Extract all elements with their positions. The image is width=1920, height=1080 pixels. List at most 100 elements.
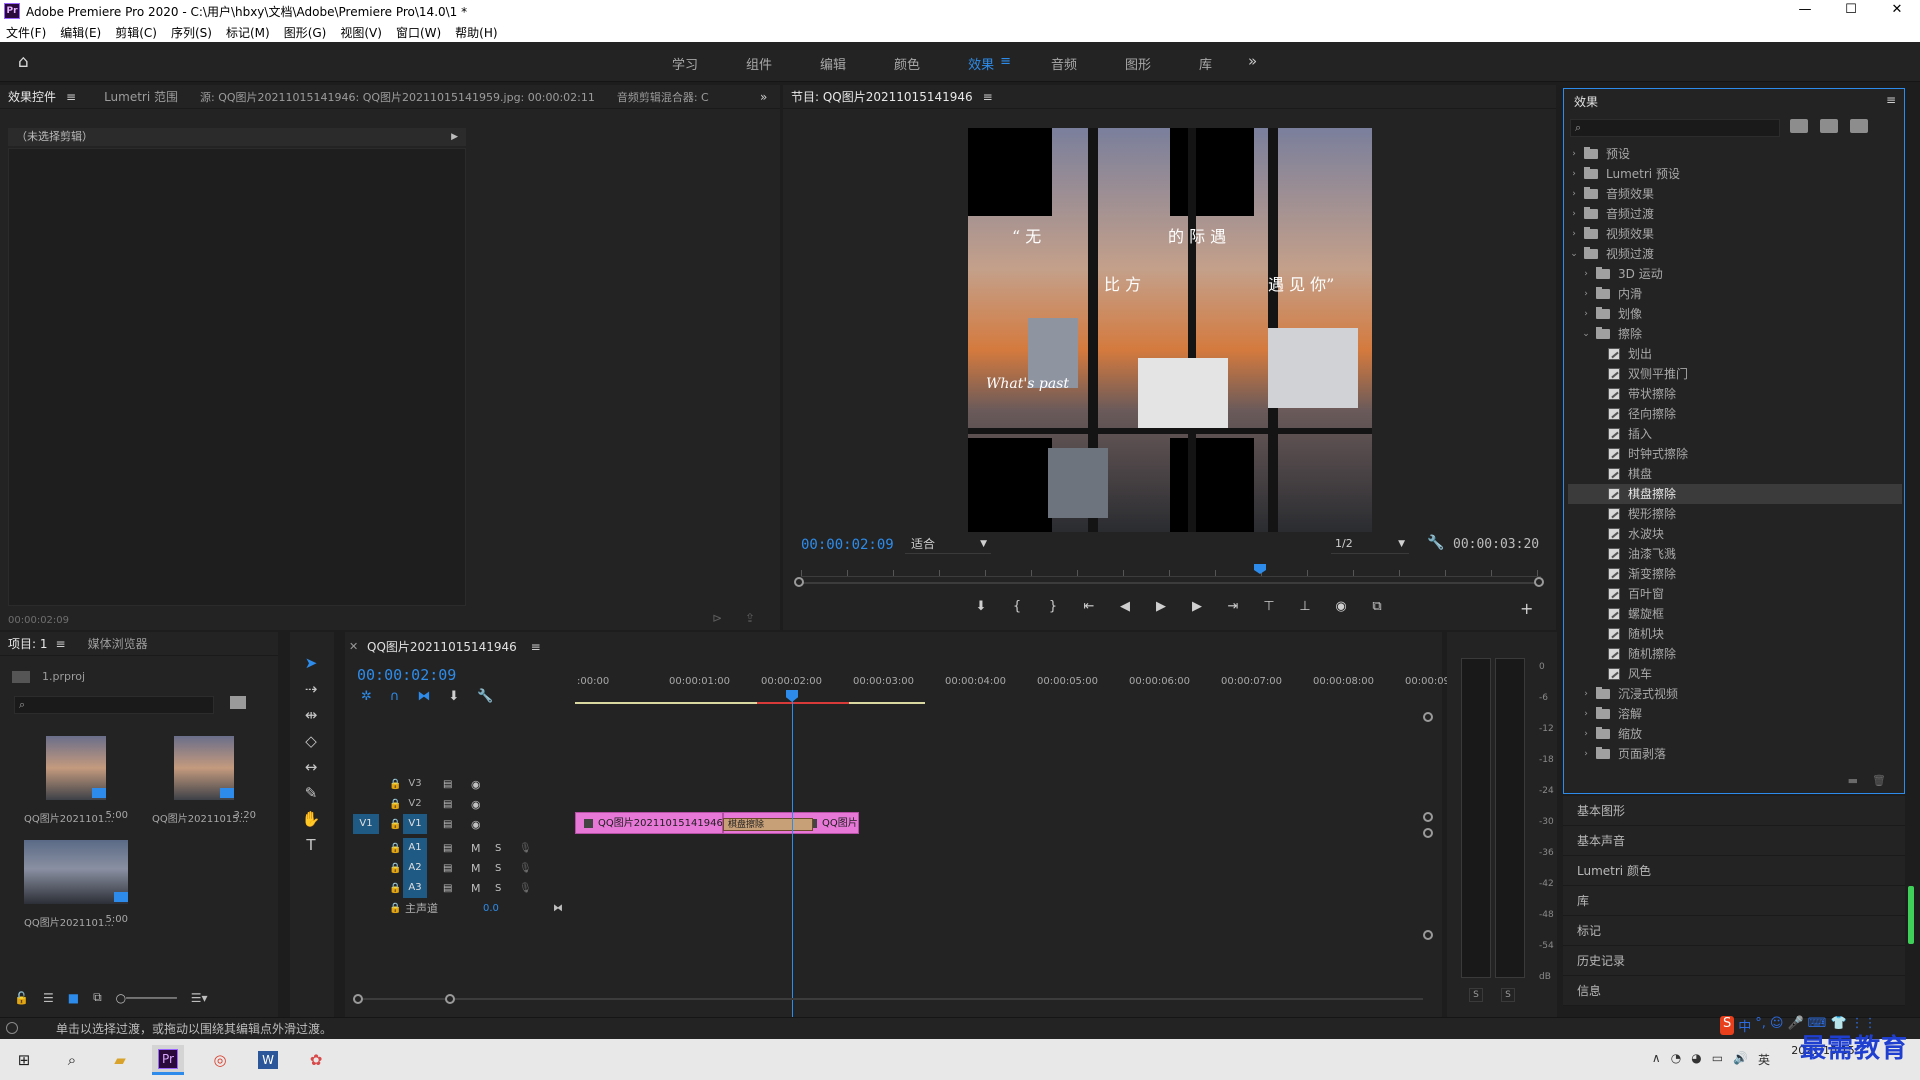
side-panel-libraries[interactable]: 库 [1563, 886, 1905, 916]
effect-item[interactable]: 百叶窗 [1568, 584, 1902, 604]
sync-lock-icon[interactable]: ▤ [443, 779, 452, 790]
playback-resolution-dropdown[interactable]: 1/2 ▼ [1331, 534, 1409, 554]
effect-item[interactable]: 螺旋框 [1568, 604, 1902, 624]
zoom-slider[interactable]: ○─────── [116, 991, 177, 1005]
close-sequence-icon[interactable]: ✕ [349, 640, 358, 653]
effect-item[interactable]: 时钟式擦除 [1568, 444, 1902, 464]
effects-folder[interactable]: › Lumetri 预设 [1568, 164, 1902, 184]
lock-track-icon[interactable]: 🔒 [389, 883, 401, 894]
scroll-handle-left[interactable] [794, 577, 804, 587]
effect-item[interactable]: 棋盘擦除 [1568, 484, 1902, 504]
sort-icon[interactable]: ☰▾ [191, 991, 208, 1005]
solo-left-button[interactable]: S [1469, 988, 1483, 1002]
track-area[interactable]: QQ图片20211015141946.jpg QQ图片2 棋盘擦除 [575, 772, 1425, 932]
scroll-handle-right[interactable] [445, 994, 455, 1004]
track-name[interactable]: A1 [403, 838, 427, 858]
panel-menu-icon[interactable]: ≡ [66, 90, 76, 104]
premiere-taskbar-icon[interactable]: Pr [152, 1045, 184, 1075]
tray-volume-icon[interactable]: 🔊 [1733, 1051, 1748, 1068]
mute-button[interactable]: M [471, 882, 481, 895]
solo-button[interactable]: S [495, 883, 501, 894]
timeline-vertical-scrollbar[interactable] [1423, 712, 1433, 1012]
transition-checker-wipe[interactable]: 棋盘擦除 [723, 818, 813, 831]
program-title[interactable]: 节目: QQ图片20211015141946 [791, 88, 973, 105]
step-forward-icon[interactable]: ▶ [1189, 599, 1205, 614]
chevron-right-icon[interactable]: › [1580, 684, 1592, 704]
track-name[interactable]: A2 [403, 858, 427, 878]
chevron-down-icon[interactable]: ⌄ [1580, 324, 1592, 344]
effect-item[interactable]: 带状擦除 [1568, 384, 1902, 404]
solo-button[interactable]: S [495, 843, 501, 854]
export-frame-icon[interactable]: ◉ [1333, 599, 1349, 614]
effect-item[interactable]: 风车 [1568, 664, 1902, 684]
selection-tool-icon[interactable]: ➤ [300, 652, 322, 674]
tray-expand-icon[interactable]: ∧ [1652, 1051, 1661, 1068]
accelerated-effects-icon[interactable] [1790, 119, 1808, 133]
mute-button[interactable]: M [471, 862, 481, 875]
program-viewer[interactable]: “ 无 的 际 遇 比 方 遇 见 你” What's past [968, 128, 1372, 532]
tab-effect-controls[interactable]: 效果控件 [8, 88, 56, 105]
effects-folder[interactable]: › 音频过渡 [1568, 204, 1902, 224]
tab-media-browser[interactable]: 媒体浏览器 [88, 635, 148, 652]
panel-menu-icon[interactable]: ≡ [56, 637, 66, 651]
timeline-settings-wrench-icon[interactable]: 🔧 [477, 689, 493, 704]
more-workspaces-icon[interactable]: » [1248, 52, 1257, 70]
tray-app-icon[interactable]: ◕ [1691, 1051, 1701, 1068]
comparison-view-icon[interactable]: ⧉ [1369, 599, 1385, 614]
chevron-right-icon[interactable]: › [1580, 744, 1592, 764]
maximize-button[interactable]: ☐ [1828, 0, 1874, 22]
menu-graphics[interactable]: 图形(G) [284, 24, 327, 41]
track-name[interactable]: V1 [403, 814, 427, 834]
effects-folder[interactable]: › 缩放 [1568, 724, 1902, 744]
menu-edit[interactable]: 编辑(E) [60, 24, 101, 41]
chevron-right-icon[interactable]: › [1580, 304, 1592, 324]
track-select-tool-icon[interactable]: ⇢ [300, 678, 322, 700]
solo-button[interactable]: S [495, 863, 501, 874]
side-panel-info[interactable]: 信息 [1563, 976, 1905, 1006]
list-view-icon[interactable]: ☰ [43, 991, 54, 1005]
hand-tool-icon[interactable]: ✋ [300, 808, 322, 830]
effects-folder[interactable]: › 音频效果 [1568, 184, 1902, 204]
ime-punctuation[interactable]: °, [1755, 1016, 1766, 1035]
menu-view[interactable]: 视图(V) [340, 24, 382, 41]
project-item[interactable]: QQ图片2021101... 5:00 [14, 830, 138, 934]
timeline-ruler-ticks[interactable] [575, 692, 1425, 700]
timeline-horizontal-scrollbar[interactable] [353, 994, 1423, 1004]
sync-lock-icon[interactable]: ▤ [443, 843, 452, 854]
menu-markers[interactable]: 标记(M) [226, 24, 270, 41]
effect-item[interactable]: 插入 [1568, 424, 1902, 444]
workspace-tab-learn[interactable]: 学习 [672, 54, 698, 73]
export-icon[interactable]: ⇪ [745, 611, 755, 625]
toggle-output-eye-icon[interactable]: ◉ [471, 778, 481, 791]
program-time-ruler[interactable] [801, 563, 1541, 577]
effects-panel-title[interactable]: 效果 [1574, 93, 1598, 110]
button-editor-plus-icon[interactable]: + [1520, 599, 1533, 618]
nest-icon[interactable]: ✲ [361, 689, 372, 704]
side-panel-essential-sound[interactable]: 基本声音 [1563, 826, 1905, 856]
effect-item[interactable]: 径向擦除 [1568, 404, 1902, 424]
tray-notification-icon[interactable]: ◔ [1671, 1051, 1681, 1068]
32bit-effects-icon[interactable] [1820, 119, 1838, 133]
workspace-tab-libraries[interactable]: 库 [1199, 54, 1212, 73]
panel-menu-icon[interactable]: ≡ [983, 90, 993, 104]
chevron-right-icon[interactable]: › [1568, 184, 1580, 204]
scroll-handle-middle[interactable] [1423, 812, 1433, 822]
project-item[interactable]: QQ图片20211015... 3:20 [142, 726, 266, 830]
home-icon[interactable]: ⌂ [18, 52, 38, 72]
effect-item[interactable]: 划出 [1568, 344, 1902, 364]
menu-help[interactable]: 帮助(H) [455, 24, 497, 41]
timeline-timecode[interactable]: 00:00:02:09 [357, 666, 456, 684]
effects-folder[interactable]: › 内滑 [1568, 284, 1902, 304]
tab-lumetri-scopes[interactable]: Lumetri 范围 [104, 88, 178, 105]
lock-track-icon[interactable]: 🔒 [389, 779, 401, 790]
tab-source[interactable]: 源: QQ图片20211015141946: QQ图片2021101514195… [200, 89, 595, 105]
drawing-app-icon[interactable]: ✿ [300, 1045, 332, 1075]
effect-item[interactable]: 楔形擦除 [1568, 504, 1902, 524]
workspace-tab-graphics[interactable]: 图形 [1125, 54, 1151, 73]
filter-icon[interactable]: ⊳ [712, 611, 722, 625]
scroll-handle-left[interactable] [353, 994, 363, 1004]
solo-right-button[interactable]: S [1501, 988, 1515, 1002]
menu-window[interactable]: 窗口(W) [396, 24, 441, 41]
effects-folder[interactable]: › 划像 [1568, 304, 1902, 324]
linked-selection-icon[interactable]: ⧓ [417, 689, 430, 704]
